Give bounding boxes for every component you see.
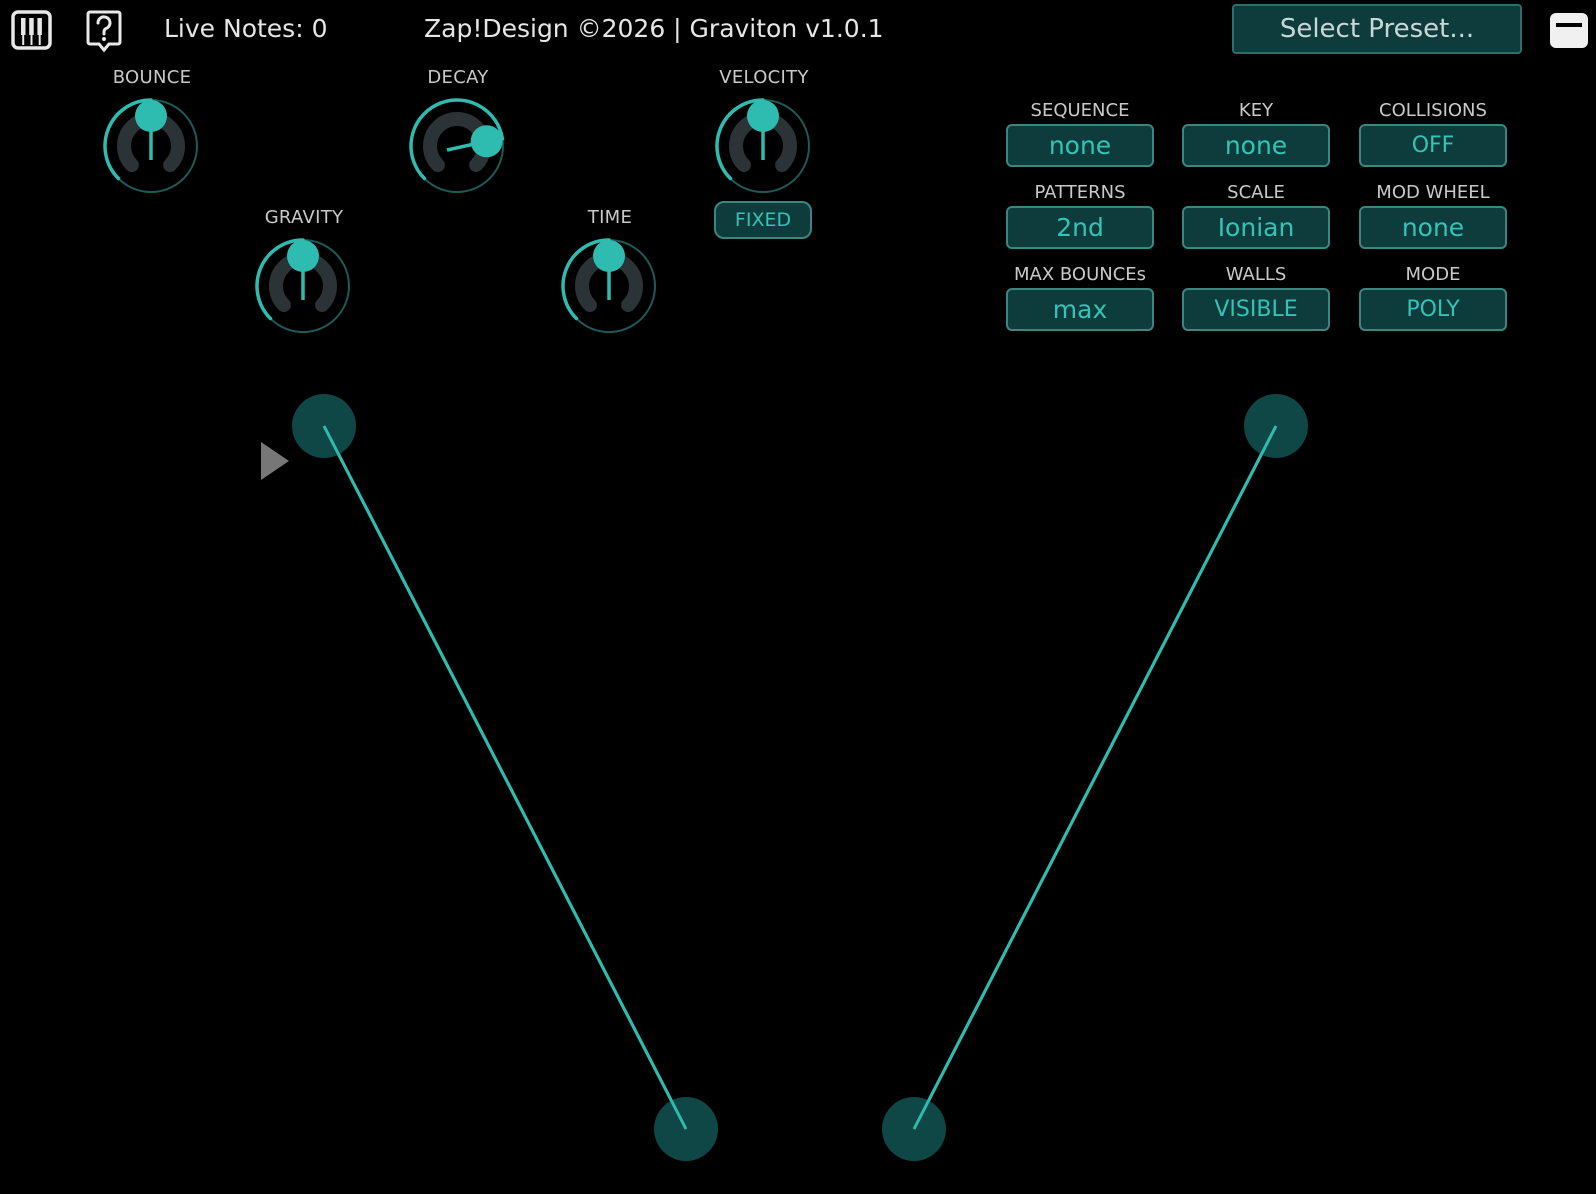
setting-label-collisions: COLLISIONS [1379,100,1487,121]
knob-label-velocity: VELOCITY [719,67,809,88]
key-select[interactable]: none [1182,124,1330,167]
left-wall-bottom-handle[interactable] [654,1097,718,1161]
setting-label-max-bounces: MAX BOUNCEs [1013,264,1147,285]
scale-select[interactable]: Ionian [1182,206,1330,249]
left-wall-line-overlay [322,425,688,1130]
sequence-select[interactable]: none [1006,124,1154,167]
collisions-toggle[interactable]: OFF [1359,124,1507,167]
help-bubble-icon[interactable] [86,9,122,53]
gravity-knob[interactable] [253,236,353,336]
setting-label-scale: SCALE [1227,182,1285,203]
mode-toggle[interactable]: POLY [1359,288,1507,331]
live-notes-counter: Live Notes: 0 [164,14,328,43]
piano-keys-icon[interactable] [11,10,52,50]
velocity-knob[interactable] [713,96,813,196]
setting-label-walls: WALLS [1225,264,1287,285]
setting-label-patterns: PATTERNS [1034,182,1126,203]
velocity-knob-handle[interactable] [747,100,779,132]
max-bounces-select[interactable]: max [1006,288,1154,331]
gravity-knob-handle[interactable] [287,240,319,272]
knob-label-decay: DECAY [427,67,489,88]
setting-label-mode: MODE [1405,264,1461,285]
left-wall-top-handle[interactable] [292,394,356,458]
bounce-knob-handle[interactable] [135,100,167,132]
play-icon[interactable] [261,442,289,480]
window-icon[interactable] [1549,12,1589,49]
decay-knob-handle[interactable] [470,125,503,158]
walls-toggle[interactable]: VISIBLE [1182,288,1330,331]
setting-label-key: KEY [1238,100,1274,121]
left-wall-line [322,425,688,1130]
knob-label-time: TIME [587,207,633,228]
app-title: Zap!Design ©2026 | Graviton v1.0.1 [424,14,884,43]
time-knob-handle[interactable] [593,240,625,272]
velocity-fixed-button[interactable]: FIXED [714,201,812,239]
select-preset-button[interactable]: Select Preset... [1232,4,1522,54]
knob-label-gravity: GRAVITY [264,207,344,228]
decay-knob[interactable] [407,96,507,196]
setting-label-sequence: SEQUENCE [1030,100,1130,121]
knob-label-bounce: BOUNCE [112,67,192,88]
right-wall-bottom-handle[interactable] [882,1097,946,1161]
right-wall-line-overlay [912,425,1278,1130]
patterns-select[interactable]: 2nd [1006,206,1154,249]
right-wall-top-handle[interactable] [1244,394,1308,458]
time-knob[interactable] [559,236,659,336]
right-wall-line [912,425,1278,1130]
bounce-knob[interactable] [101,96,201,196]
mod-wheel-select[interactable]: none [1359,206,1507,249]
setting-label-mod-wheel: MOD WHEEL [1376,182,1490,203]
